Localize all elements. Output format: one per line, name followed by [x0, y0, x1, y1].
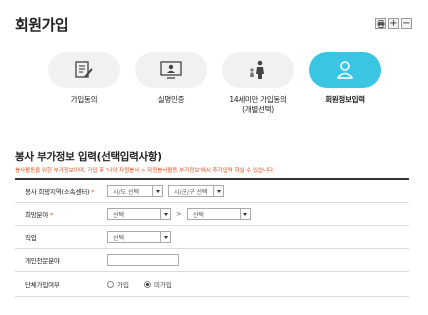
expertise-input[interactable] — [107, 254, 179, 266]
radio-label: 미가입 — [153, 281, 172, 289]
step-label: 실명인증 — [157, 95, 185, 104]
form-row-expertise: 개인전문분야 — [15, 249, 409, 272]
row-label-text: 개인전문분야 — [25, 257, 60, 265]
sido-select[interactable]: 시/도 선택 — [107, 185, 163, 197]
row-value: 선택 > 선택 — [107, 208, 251, 220]
step-circle — [135, 52, 207, 88]
group-yes-radio[interactable] — [107, 280, 114, 288]
row-value: 시/도 선택 시/군/구 선택 — [107, 185, 224, 197]
step-minor-consent: 14세미만 가입동의 (개별선택) — [214, 52, 302, 115]
row-value: 선택 — [107, 231, 171, 243]
step-circle — [222, 52, 294, 88]
group-no-option[interactable]: 미가입 — [143, 279, 172, 289]
step-circle — [48, 52, 120, 88]
signup-steps: 가입동의 실명인증 14세미만 가입동의 (개별선택) 회원정보입력 — [0, 52, 428, 127]
separator: > — [176, 210, 182, 218]
row-label-text: 봉사 희망지역(소속센터) — [25, 188, 90, 196]
row-label: 희망분야 * — [15, 209, 107, 219]
select-value: 선택 — [113, 234, 125, 242]
row-label: 직업 — [15, 232, 107, 242]
select-value: 선택 — [192, 211, 204, 219]
form-row-field: 희망분야 * 선택 > 선택 — [15, 203, 409, 226]
row-label: 봉사 희망지역(소속센터) * — [15, 186, 107, 196]
group-yes-option[interactable]: 가입 — [107, 279, 129, 289]
form-row-job: 직업 선택 — [15, 226, 409, 249]
row-label-text: 직업 — [25, 234, 37, 242]
required-mark: * — [50, 211, 54, 219]
chevron-down-icon — [213, 186, 223, 196]
chevron-down-icon — [152, 186, 162, 196]
gugun-select[interactable]: 시/군/구 선택 — [168, 185, 224, 197]
field-second-select[interactable]: 선택 — [186, 208, 251, 220]
form-row-region: 봉사 희망지역(소속센터) * 시/도 선택 시/군/구 선택 — [15, 180, 409, 203]
radio-label: 가입 — [117, 281, 129, 289]
print-button[interactable] — [375, 18, 386, 29]
job-select[interactable]: 선택 — [107, 231, 171, 243]
chevron-down-icon — [160, 232, 170, 242]
step-label: 회원정보입력 — [325, 95, 365, 104]
row-label: 단체가입여부 — [15, 279, 107, 289]
row-value: 가입 미가입 — [107, 279, 182, 289]
step-agreement: 가입동의 — [40, 52, 128, 105]
section-title: 봉사 부가정보 입력(선택입력사항) — [15, 151, 162, 163]
chevron-down-icon — [160, 209, 170, 219]
step-realname: 실명인증 — [127, 52, 215, 105]
select-value: 시/군/구 선택 — [174, 188, 208, 196]
user-info-icon — [336, 61, 354, 79]
zoom-out-button[interactable]: − — [401, 18, 412, 29]
step-member-info: 회원정보입력 — [301, 52, 389, 105]
required-mark: * — [91, 188, 95, 196]
document-pen-icon — [75, 61, 93, 78]
step-circle — [309, 52, 381, 88]
chevron-down-icon — [239, 209, 250, 219]
page-title: 회원가입 — [15, 16, 69, 34]
row-value — [107, 254, 179, 266]
row-label-text: 희망분야 — [25, 211, 49, 219]
step-label: 14세미만 가입동의 (개별선택) — [229, 95, 287, 114]
monitor-person-icon — [160, 61, 182, 79]
row-label-text: 단체가입여부 — [25, 281, 60, 289]
step-label: 가입동의 — [70, 95, 98, 104]
select-value: 선택 — [113, 211, 125, 219]
select-value: 시/도 선택 — [113, 188, 140, 196]
form-row-group: 단체가입여부 가입 미가입 — [15, 272, 409, 297]
print-icon — [377, 19, 384, 28]
zoom-in-button[interactable]: + — [388, 18, 399, 29]
row-label: 개인전문분야 — [15, 255, 107, 265]
volunteer-info-form: 봉사 희망지역(소속센터) * 시/도 선택 시/군/구 선택 희망분야 * 선… — [15, 178, 409, 297]
parent-child-icon — [250, 60, 264, 79]
notice-text: 봉사활동을 위한 부가정보이며, 가입 후 '나의 자원봉사 > 자원봉사활동 … — [15, 168, 275, 174]
field-first-select[interactable]: 선택 — [107, 208, 171, 220]
group-no-radio[interactable] — [143, 280, 151, 288]
page-tools: + − — [375, 18, 412, 29]
